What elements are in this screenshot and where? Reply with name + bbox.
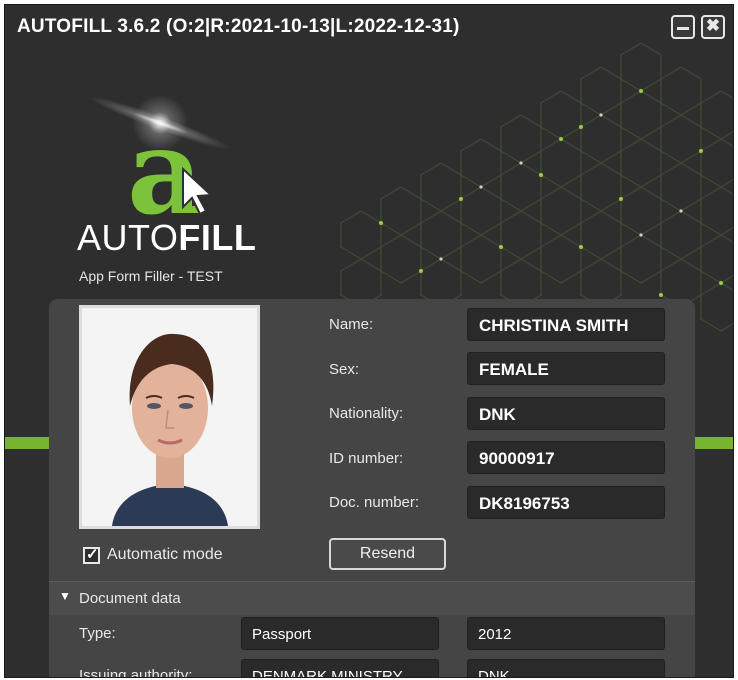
doc-number-field[interactable]: DK8196753 [467, 486, 665, 519]
minimize-icon [677, 27, 689, 30]
id-number-label: ID number: [329, 450, 404, 467]
id-number-field[interactable]: 90000917 [467, 441, 665, 474]
issuing-authority-field[interactable]: DENMARK MINISTRY [241, 659, 439, 677]
accent-stripe-right [693, 437, 733, 449]
accent-stripe-left [5, 437, 53, 449]
portrait-photo [79, 305, 260, 529]
issuing-country-field[interactable]: DNK [467, 659, 665, 677]
app-subtitle: App Form Filler - TEST [79, 268, 223, 284]
sex-field[interactable]: FEMALE [467, 352, 665, 385]
nationality-field[interactable]: DNK [467, 397, 665, 430]
person-portrait-image [82, 308, 257, 526]
nationality-label: Nationality: [329, 405, 404, 422]
issuing-authority-label: Issuing authority: [79, 667, 193, 678]
brand-name-bold: FILL [178, 217, 257, 258]
brand-name-light: AUTO [77, 217, 179, 258]
brand-wordmark: AUTOFILL [77, 217, 256, 259]
type-year-field[interactable]: 2012 [467, 617, 665, 650]
close-icon: ✖ [705, 16, 721, 35]
collapse-triangle-icon: ▼ [59, 589, 71, 603]
name-label: Name: [329, 316, 374, 333]
sex-label: Sex: [329, 361, 360, 378]
automatic-mode-checkbox[interactable]: ✓ [83, 546, 100, 564]
name-field[interactable]: CHRISTINA SMITH [467, 308, 665, 341]
type-field[interactable]: Passport [241, 617, 439, 650]
automatic-mode-label[interactable]: Automatic mode [107, 546, 223, 564]
checkmark-icon: ✓ [86, 546, 99, 563]
type-label: Type: [79, 625, 116, 642]
resend-button[interactable]: Resend [329, 538, 446, 570]
section-title: Document data [79, 590, 181, 607]
doc-number-label: Doc. number: [329, 494, 420, 511]
document-data-section-header[interactable]: ▼ Document data [49, 581, 695, 615]
app-window: AUTOFILL 3.6.2 (O:2|R:2021-10-13|L:2022-… [4, 4, 734, 678]
